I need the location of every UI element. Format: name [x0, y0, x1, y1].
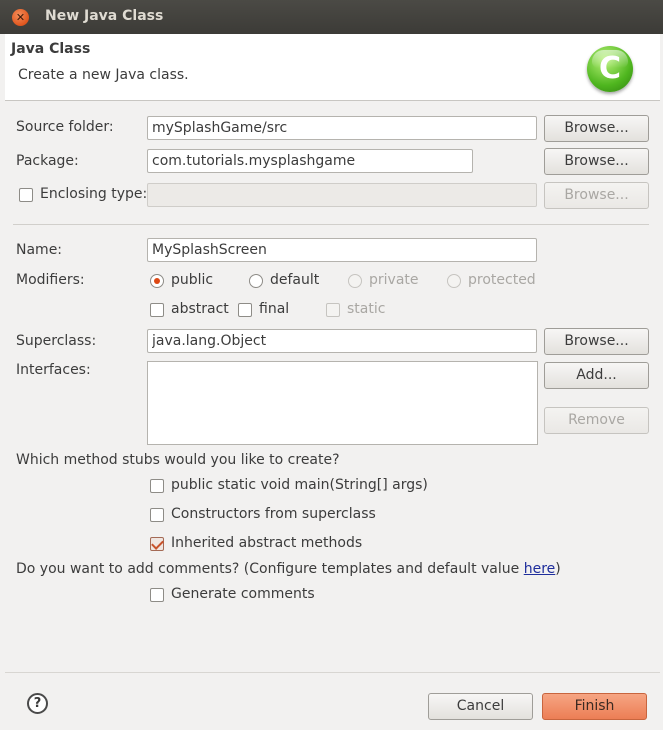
footer-separator	[5, 672, 660, 673]
enclosing-type-browse-button: Browse...	[544, 182, 649, 209]
modifier-protected-radio	[447, 274, 461, 288]
separator	[13, 224, 649, 225]
name-field[interactable]	[147, 238, 537, 262]
interfaces-list[interactable]	[147, 361, 538, 445]
window-title: New Java Class	[45, 8, 164, 24]
interfaces-add-button[interactable]: Add...	[544, 362, 649, 389]
source-folder-label: Source folder:	[16, 119, 114, 135]
modifier-public-label: public	[171, 272, 214, 288]
modifier-private-label: private	[369, 272, 419, 288]
stub-main-checkbox[interactable]	[150, 479, 164, 493]
modifier-protected-label: protected	[468, 272, 536, 288]
modifier-final-label: final	[259, 301, 290, 317]
modifier-abstract-checkbox[interactable]	[150, 303, 164, 317]
finish-button[interactable]: Finish	[542, 693, 647, 720]
new-java-class-dialog: ✕ New Java Class Java Class Create a new…	[0, 0, 663, 730]
close-icon[interactable]: ✕	[12, 9, 29, 26]
java-class-logo-icon: C	[587, 46, 633, 92]
wizard-subtitle: Create a new Java class.	[18, 67, 189, 83]
source-folder-field[interactable]	[147, 116, 537, 140]
superclass-browse-button[interactable]: Browse...	[544, 328, 649, 355]
stub-inherited-abstract-label: Inherited abstract methods	[171, 535, 363, 551]
help-icon[interactable]: ?	[27, 693, 48, 714]
generate-comments-label: Generate comments	[171, 586, 315, 602]
enclosing-type-label: Enclosing type:	[40, 186, 148, 202]
stub-inherited-abstract-checkbox[interactable]	[150, 537, 164, 551]
modifiers-label: Modifiers:	[16, 272, 85, 288]
modifier-public-radio[interactable]	[150, 274, 164, 288]
wizard-title: Java Class	[11, 41, 91, 57]
configure-templates-link[interactable]: here	[524, 561, 556, 577]
interfaces-label: Interfaces:	[16, 362, 91, 378]
modifier-default-label: default	[270, 272, 320, 288]
package-field[interactable]	[147, 149, 473, 173]
comments-question: Do you want to add comments? (Configure …	[16, 561, 561, 577]
name-label: Name:	[16, 242, 63, 258]
package-browse-button[interactable]: Browse...	[544, 148, 649, 175]
stub-main-label: public static void main(String[] args)	[171, 477, 428, 493]
comments-question-text: Do you want to add comments? (Configure …	[16, 561, 524, 577]
modifier-final-checkbox[interactable]	[238, 303, 252, 317]
modifier-private-radio	[348, 274, 362, 288]
wizard-header: Java Class Create a new Java class. C	[5, 34, 660, 101]
titlebar: ✕ New Java Class	[0, 0, 663, 34]
modifier-static-label: static	[347, 301, 386, 317]
source-folder-browse-button[interactable]: Browse...	[544, 115, 649, 142]
stub-constructors-label: Constructors from superclass	[171, 506, 376, 522]
modifier-abstract-label: abstract	[171, 301, 229, 317]
comments-question-suffix: )	[555, 561, 561, 577]
superclass-label: Superclass:	[16, 333, 97, 349]
package-label: Package:	[16, 153, 79, 169]
cancel-button[interactable]: Cancel	[428, 693, 533, 720]
enclosing-type-field	[147, 183, 537, 207]
generate-comments-checkbox[interactable]	[150, 588, 164, 602]
interfaces-remove-button: Remove	[544, 407, 649, 434]
superclass-field[interactable]	[147, 329, 537, 353]
enclosing-type-checkbox[interactable]	[19, 188, 33, 202]
modifier-static-checkbox	[326, 303, 340, 317]
method-stubs-question: Which method stubs would you like to cre…	[16, 452, 340, 468]
modifier-default-radio[interactable]	[249, 274, 263, 288]
stub-constructors-checkbox[interactable]	[150, 508, 164, 522]
